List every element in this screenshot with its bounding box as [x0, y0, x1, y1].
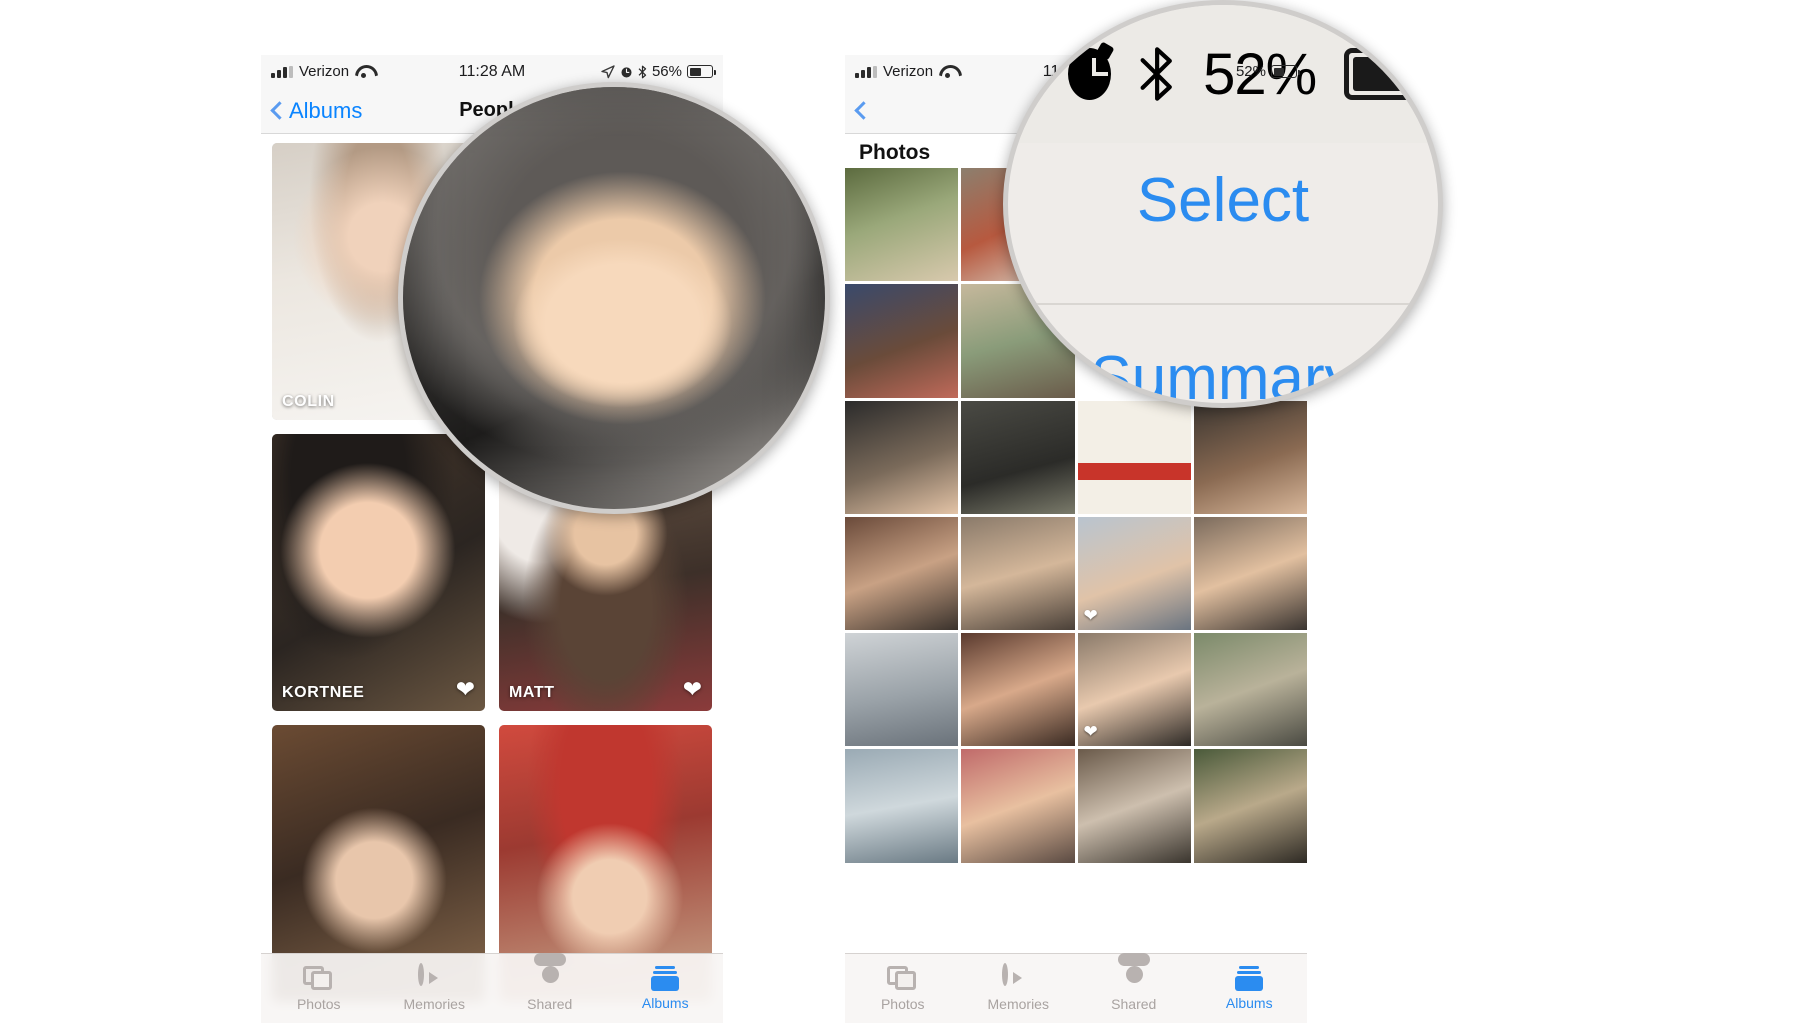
- tab-shared[interactable]: Shared: [1076, 966, 1192, 1012]
- photo-cell[interactable]: [845, 749, 959, 863]
- battery-percent-label: 52%: [1235, 63, 1266, 80]
- cloud-icon: [1118, 966, 1150, 992]
- tab-label: Photos: [880, 995, 925, 1012]
- photo-cell[interactable]: [845, 168, 959, 282]
- tab-label: Memories: [403, 995, 465, 1012]
- magnified-select-button[interactable]: Select: [1008, 165, 1438, 236]
- person-name: MATT: [509, 684, 555, 701]
- face-photo-magnifier: [398, 82, 830, 514]
- favorite-heart-icon: ❤: [1083, 606, 1098, 625]
- photo-cell[interactable]: [961, 516, 1075, 630]
- favorite-heart-icon: ❤: [682, 676, 702, 702]
- back-button[interactable]: [853, 101, 873, 120]
- tab-memories[interactable]: Memories: [961, 962, 1077, 1012]
- magnifier-divider: [1008, 303, 1438, 305]
- battery-icon: [687, 65, 716, 78]
- alarm-clock-icon: [1068, 41, 1115, 100]
- tab-label: Shared: [1111, 995, 1157, 1012]
- magnified-status-bar: 52%: [1008, 5, 1438, 143]
- status-right-group: 52%: [1235, 63, 1300, 80]
- tab-label: Photos: [296, 995, 341, 1012]
- status-right-group: 56%: [601, 63, 716, 80]
- photos-stack-icon: [302, 965, 335, 992]
- person-name: KORTNEE: [282, 684, 365, 701]
- location-arrow-icon: [601, 64, 615, 78]
- memories-play-icon: [418, 962, 450, 992]
- left-tab-bar: Photos Memories Shared Albums: [261, 953, 723, 1023]
- tab-albums[interactable]: Albums: [608, 966, 724, 1011]
- tab-label: Albums: [641, 995, 689, 1011]
- photo-cell[interactable]: [845, 633, 959, 747]
- tab-photos[interactable]: Photos: [845, 965, 961, 1012]
- photo-cell[interactable]: [845, 284, 959, 398]
- right-tab-bar: Photos Memories Shared Albums: [845, 953, 1307, 1023]
- tab-label: Memories: [987, 995, 1049, 1012]
- tab-label: Albums: [1225, 995, 1273, 1011]
- left-status-bar: Verizon 11:28 AM 56%: [261, 55, 723, 88]
- photo-cell[interactable]: [1193, 749, 1307, 863]
- photo-cell[interactable]: [1077, 749, 1191, 863]
- tab-shared[interactable]: Shared: [492, 966, 608, 1012]
- photo-cell[interactable]: [1193, 400, 1307, 514]
- albums-icon: [1235, 966, 1264, 991]
- photos-stack-icon: [886, 965, 919, 992]
- tab-photos[interactable]: Photos: [261, 965, 377, 1012]
- magnified-summary-label: Summary: [1090, 344, 1356, 408]
- photo-cell[interactable]: [961, 749, 1075, 863]
- alarm-clock-icon: [621, 67, 632, 78]
- magnified-battery-icon: [1344, 48, 1438, 100]
- chevron-left-icon: [854, 101, 873, 120]
- photo-cell[interactable]: ❤: [1077, 516, 1191, 630]
- memories-play-icon: [1002, 962, 1034, 992]
- magnified-face-shadow: [403, 87, 825, 509]
- person-name: COLIN: [282, 393, 335, 410]
- photo-cell[interactable]: [961, 633, 1075, 747]
- photo-cell[interactable]: ❤: [1077, 633, 1191, 747]
- photo-cell[interactable]: [845, 400, 959, 514]
- photo-cell[interactable]: [1077, 400, 1191, 514]
- favorite-heart-icon: ❤: [1083, 722, 1098, 742]
- tab-label: Shared: [527, 995, 573, 1012]
- favorite-heart-icon: ❤: [455, 676, 475, 702]
- bluetooth-icon: [638, 65, 647, 78]
- photo-cell[interactable]: [1193, 633, 1307, 747]
- photo-cell[interactable]: [1193, 516, 1307, 630]
- photo-cell[interactable]: [961, 400, 1075, 514]
- cloud-icon: [534, 966, 566, 992]
- bluetooth-icon: [1140, 47, 1172, 101]
- photo-cell[interactable]: [845, 516, 959, 630]
- battery-percent-label: 56%: [651, 63, 682, 80]
- albums-icon: [651, 966, 680, 991]
- tab-albums[interactable]: Albums: [1192, 966, 1308, 1011]
- tab-memories[interactable]: Memories: [377, 962, 493, 1012]
- status-bar-and-select-magnifier: 52% Select Summary: [1003, 0, 1443, 408]
- screenshot-stage: Verizon 11:28 AM 56% Albums COLIN KORTNE…: [0, 0, 1815, 1023]
- battery-icon: [1271, 65, 1300, 78]
